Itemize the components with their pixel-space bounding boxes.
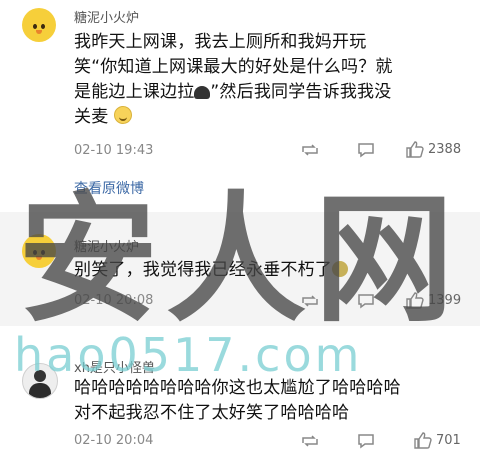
avatar[interactable]: [22, 8, 56, 42]
comment-list: 糖泥小火炉 我昨天上网课，我去上厕所和我妈开玩 笑“你知道上网课最大的好处是什么…: [0, 0, 480, 471]
poop-emoji: [194, 86, 211, 99]
like-button[interactable]: 2388: [406, 141, 461, 158]
repost-icon[interactable]: [300, 434, 320, 448]
comment-text: 哈哈哈哈哈哈哈哈你这也太尴尬了哈哈哈哈 对不起我忍不住了太好笑了哈哈哈哈: [74, 378, 401, 423]
timestamp: 02-10 19:43: [74, 143, 154, 158]
comment-text: 我昨天上网课，我去上厕所和我妈开玩 笑“你知道上网课最大的好处是什么吗？就 是能…: [74, 32, 393, 127]
thumbs-up-icon: [406, 141, 424, 158]
like-count: 701: [436, 433, 461, 448]
like-button[interactable]: 701: [414, 432, 461, 449]
comment-icon[interactable]: [357, 433, 375, 449]
repost-icon[interactable]: [300, 143, 320, 157]
thumbs-up-icon: [414, 432, 432, 449]
timestamp: 02-10 20:04: [74, 433, 154, 448]
watermark-url: hao0517.com: [14, 328, 363, 382]
watermark-text: 安人网: [18, 178, 463, 342]
comment-icon[interactable]: [357, 142, 375, 158]
like-count: 2388: [428, 142, 462, 157]
smile-emoji: [114, 106, 133, 124]
username[interactable]: 糖泥小火炉: [74, 7, 139, 26]
